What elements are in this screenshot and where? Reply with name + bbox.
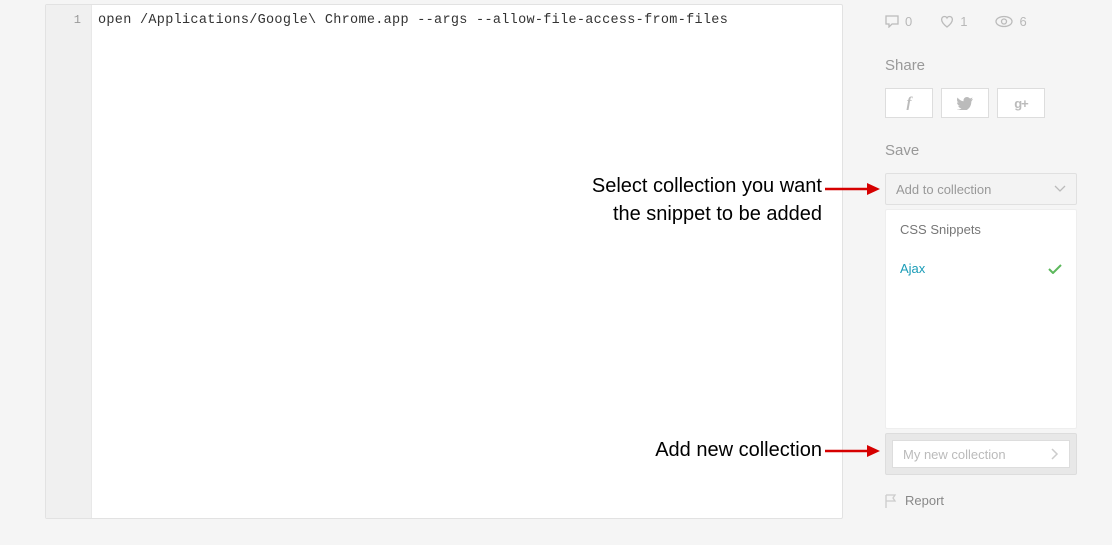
flag-icon <box>885 494 897 508</box>
facebook-button[interactable]: f <box>885 88 933 118</box>
new-collection-input[interactable]: My new collection <box>892 440 1070 468</box>
chevron-down-icon <box>1054 185 1066 193</box>
chevron-right-icon <box>1051 448 1059 460</box>
likes-count: 1 <box>960 14 967 29</box>
annotation-new-collection: Add new collection <box>562 436 822 464</box>
collection-item-label: Ajax <box>900 261 925 276</box>
check-icon <box>1048 264 1062 274</box>
twitter-button[interactable] <box>941 88 989 118</box>
comment-icon <box>885 15 899 28</box>
share-label: Share <box>885 57 1077 74</box>
sidebar: 0 1 6 Share f g+ Save Add to <box>885 4 1077 545</box>
stats-row: 0 1 6 <box>885 14 1077 29</box>
eye-icon <box>995 15 1013 28</box>
views-count: 6 <box>1019 14 1026 29</box>
collection-dropdown[interactable]: Add to collection <box>885 173 1077 205</box>
heart-icon <box>940 15 954 28</box>
line-gutter: 1 <box>46 5 92 518</box>
twitter-icon <box>957 97 973 110</box>
collection-item-label: CSS Snippets <box>900 222 981 237</box>
dropdown-placeholder: Add to collection <box>896 182 991 197</box>
arrow-icon <box>825 441 880 461</box>
arrow-icon <box>825 179 880 199</box>
collection-item-css-snippets[interactable]: CSS Snippets <box>886 210 1076 249</box>
new-collection-placeholder: My new collection <box>903 447 1006 462</box>
googleplus-icon: g+ <box>1014 96 1028 111</box>
new-collection-container: My new collection <box>885 433 1077 475</box>
annotation-select-collection: Select collection you want the snippet t… <box>562 172 822 228</box>
comments-count: 0 <box>905 14 912 29</box>
comments-stat[interactable]: 0 <box>885 14 912 29</box>
collection-list: CSS Snippets Ajax <box>885 209 1077 429</box>
line-number: 1 <box>46 5 91 27</box>
facebook-icon: f <box>907 95 912 112</box>
report-label: Report <box>905 493 944 508</box>
share-buttons: f g+ <box>885 88 1077 118</box>
likes-stat[interactable]: 1 <box>940 14 967 29</box>
views-stat[interactable]: 6 <box>995 14 1026 29</box>
save-label: Save <box>885 142 1077 159</box>
googleplus-button[interactable]: g+ <box>997 88 1045 118</box>
report-link[interactable]: Report <box>885 493 1077 508</box>
collection-item-ajax[interactable]: Ajax <box>886 249 1076 288</box>
